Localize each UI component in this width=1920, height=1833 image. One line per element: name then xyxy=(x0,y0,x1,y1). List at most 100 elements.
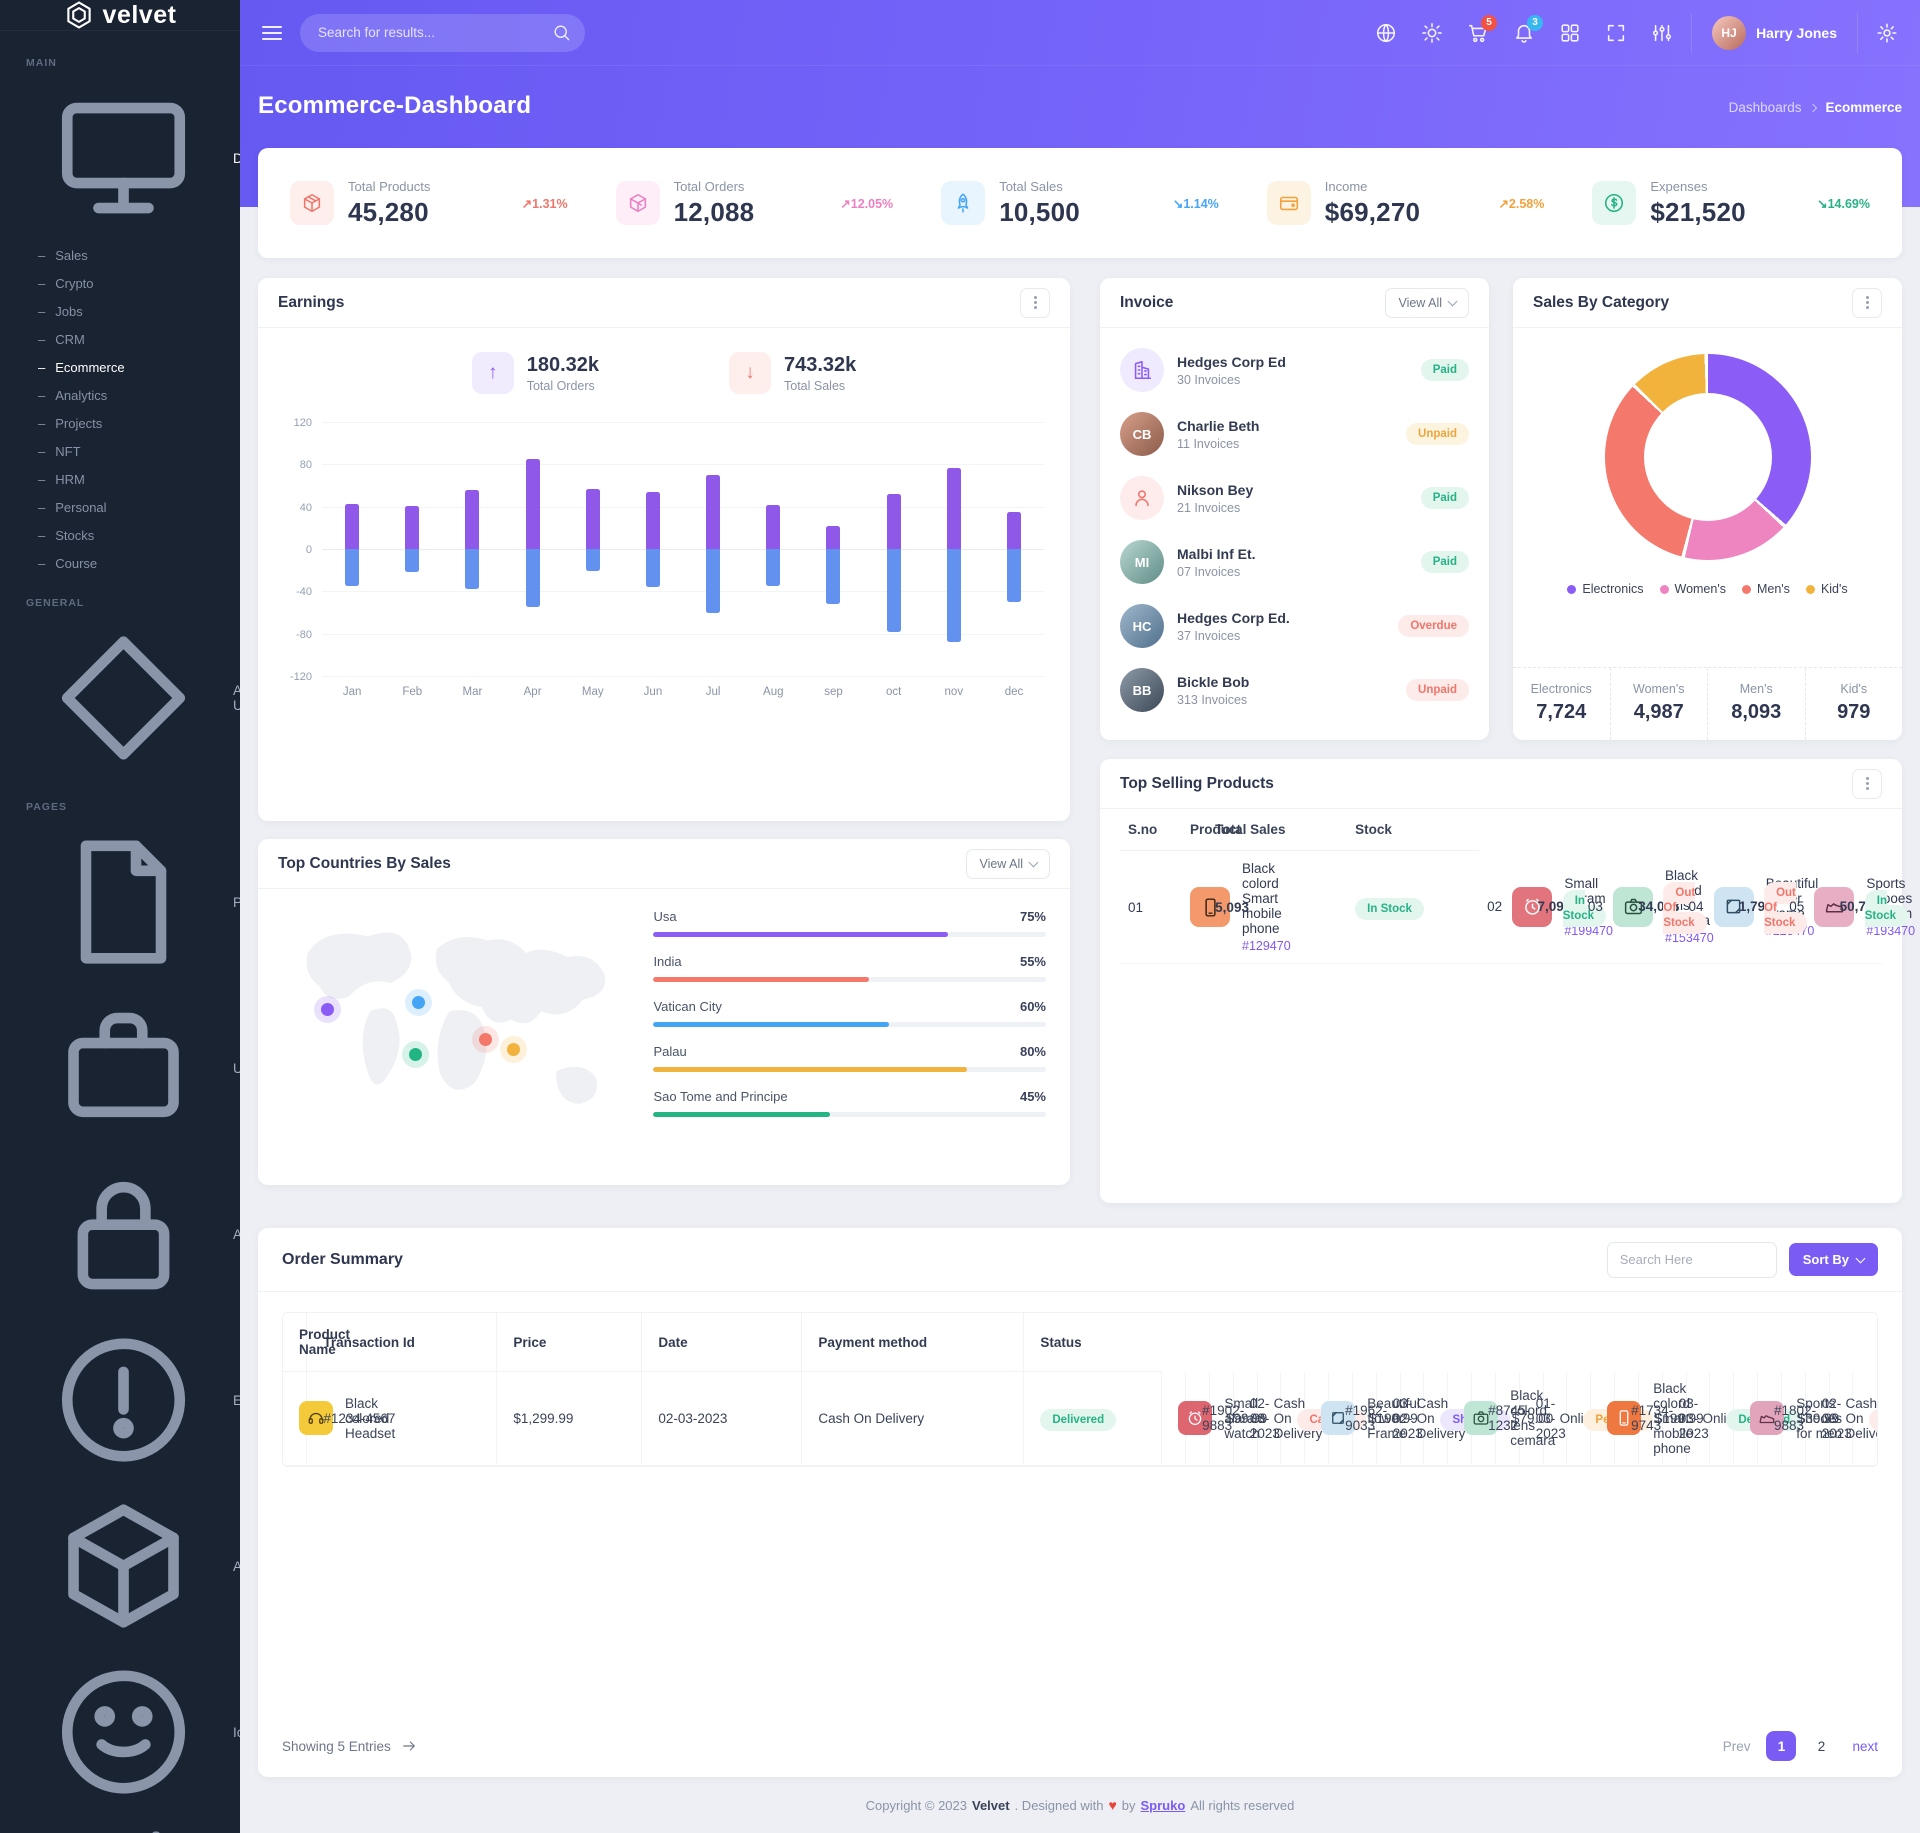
search-input[interactable] xyxy=(300,14,585,52)
kpi-icon xyxy=(1592,181,1636,225)
kpi-total-products: Total Products 45,280 ↗1.31% xyxy=(266,179,592,228)
kpi-value: $69,270 xyxy=(1325,197,1420,228)
sidebar-analytics[interactable]: Analytics xyxy=(0,381,240,409)
map-marker-icon[interactable] xyxy=(479,1033,492,1046)
dash-bullet-icon xyxy=(38,416,45,431)
header-action-glyph xyxy=(1559,22,1581,44)
category-label: Kid's xyxy=(1810,682,1899,696)
sun-icon[interactable] xyxy=(1421,22,1443,44)
sidebar-pages[interactable]: PAGES xyxy=(0,797,240,815)
footer: Copyright © 2023 Velvet. Designed with ♥… xyxy=(258,1777,1902,1833)
notification-badge: 3 xyxy=(1527,15,1543,31)
sidebar-crm[interactable]: CRM xyxy=(0,325,240,353)
cart-icon[interactable]: 5 xyxy=(1467,22,1489,44)
donut-legend: Electronics Women's xyxy=(1513,582,1902,596)
column-header: Transaction Id xyxy=(307,1313,497,1372)
pagination-page[interactable]: 1 xyxy=(1766,1731,1796,1761)
spruko-link[interactable]: Spruko xyxy=(1141,1798,1186,1813)
kpi-icon xyxy=(941,181,985,225)
sidebar-crypto[interactable]: Crypto xyxy=(0,269,240,297)
list-item[interactable]: Nikson Bey 21 Invoices Paid xyxy=(1120,466,1469,530)
sidebar-nft[interactable]: NFT xyxy=(0,437,240,465)
column-header: Product xyxy=(1182,809,1207,851)
sidebar-ecommerce[interactable]: Ecommerce xyxy=(0,353,240,381)
list-item[interactable]: MI Malbi Inf Et. 07 Invoices Paid xyxy=(1120,530,1469,594)
progress-track xyxy=(653,932,1046,937)
grid-icon[interactable] xyxy=(1559,22,1581,44)
product-sku-link[interactable]: #129470 xyxy=(1242,939,1291,953)
status-badge: Unpaid xyxy=(1406,423,1469,445)
sidebar-utilities[interactable]: Utilities xyxy=(0,985,240,1151)
app-root: velvet MAIN Dashboards 12 xyxy=(0,0,1920,1833)
dash-bullet-icon xyxy=(38,444,45,459)
list-item[interactable]: BB Bickle Bob 313 Invoices Unpaid xyxy=(1120,658,1469,722)
sidebar-item-label: Stocks xyxy=(55,528,94,543)
sidebar-dashboards[interactable]: Dashboards 12 xyxy=(0,75,240,241)
sidebar-advanced-ui[interactable]: Advanced Ui xyxy=(0,615,240,781)
pagination-page[interactable]: 2 xyxy=(1806,1731,1836,1761)
breadcrumb-dashboards[interactable]: Dashboards xyxy=(1729,100,1802,115)
map-marker-icon[interactable] xyxy=(321,1003,334,1016)
more-menu-button[interactable] xyxy=(1852,769,1882,799)
sidebar-general[interactable]: GENERAL xyxy=(0,593,240,611)
sidebar-jobs[interactable]: Jobs xyxy=(0,297,240,325)
more-menu-button[interactable] xyxy=(1852,288,1882,318)
category-electronics: Electronics 7,724 xyxy=(1513,668,1610,740)
map-marker-icon[interactable] xyxy=(409,1048,422,1061)
avatar: CB xyxy=(1120,412,1164,456)
sidebar-sales[interactable]: Sales xyxy=(0,241,240,269)
row-number: 01 xyxy=(1120,851,1182,964)
sidebar-item-label: Error xyxy=(233,1393,240,1408)
view-all-button[interactable]: View All xyxy=(966,849,1050,879)
sidebar-main[interactable]: MAIN xyxy=(0,53,240,71)
sidebar-authentication[interactable]: Authentication xyxy=(0,1151,240,1317)
table-search-input[interactable] xyxy=(1607,1242,1777,1278)
category-label: Electronics xyxy=(1517,682,1606,696)
sidebar-error[interactable]: Error xyxy=(0,1317,240,1483)
sidebar-item-icon xyxy=(25,993,222,1143)
progress-fill xyxy=(653,1067,967,1072)
filter-icon[interactable] xyxy=(1651,22,1673,44)
kpi-delta: 12.05% xyxy=(851,197,893,211)
more-menu-button[interactable] xyxy=(1020,288,1050,318)
list-item[interactable]: Hedges Corp Ed 30 Invoices Paid xyxy=(1120,338,1469,402)
sidebar-stocks[interactable]: Stocks xyxy=(0,521,240,549)
sidebar-pages[interactable]: Pages xyxy=(0,819,240,985)
brand-logo[interactable]: velvet xyxy=(0,0,240,31)
list-item[interactable]: HC Hedges Corp Ed. 37 Invoices Overdue xyxy=(1120,594,1469,658)
sidebar-hrm[interactable]: HRM xyxy=(0,465,240,493)
legend-label: Women's xyxy=(1675,582,1726,596)
list-item[interactable]: CB Charlie Beth 11 Invoices Unpaid xyxy=(1120,402,1469,466)
sidebar-item-label: NFT xyxy=(55,444,80,459)
expand-icon[interactable] xyxy=(1605,22,1627,44)
sidebar-course[interactable]: Course xyxy=(0,549,240,577)
kpi-income: Income $69,270 ↗2.58% xyxy=(1243,179,1569,228)
sidebar-personal[interactable]: Personal xyxy=(0,493,240,521)
search-icon[interactable] xyxy=(552,23,571,42)
sidebar-projects[interactable]: Projects xyxy=(0,409,240,437)
map-marker-icon[interactable] xyxy=(412,996,425,1009)
sidebar-icons[interactable]: Icons xyxy=(0,1649,240,1815)
sort-by-button[interactable]: Sort By xyxy=(1789,1243,1878,1276)
kpi-delta: 14.69% xyxy=(1828,197,1870,211)
view-all-button[interactable]: View All xyxy=(1385,288,1469,318)
column-header: Price xyxy=(497,1313,642,1372)
gear-icon[interactable] xyxy=(1876,22,1898,44)
map-marker-icon[interactable] xyxy=(507,1043,520,1056)
sidebar-apps[interactable]: Apps xyxy=(0,1483,240,1649)
sidebar-widgets[interactable]: Widgets Hot xyxy=(0,1815,240,1833)
invoice-count: 30 Invoices xyxy=(1177,373,1286,387)
menu-toggle-icon[interactable] xyxy=(262,26,282,40)
bell-icon[interactable]: 3 xyxy=(1513,22,1535,44)
user-menu[interactable]: HJ Harry Jones xyxy=(1691,13,1858,53)
progress-track xyxy=(653,977,1046,982)
progress-fill xyxy=(653,1112,830,1117)
category-label: Men's xyxy=(1712,682,1801,696)
pagination-prev[interactable]: Prev xyxy=(1723,1739,1751,1754)
sidebar-item-label: HRM xyxy=(55,472,85,487)
heart-icon: ♥ xyxy=(1108,1797,1116,1813)
column-header: Date xyxy=(642,1313,802,1372)
globe-icon[interactable] xyxy=(1375,22,1397,44)
pagination-next[interactable]: next xyxy=(1852,1739,1878,1754)
stock-badge: In Stock xyxy=(1355,898,1424,920)
